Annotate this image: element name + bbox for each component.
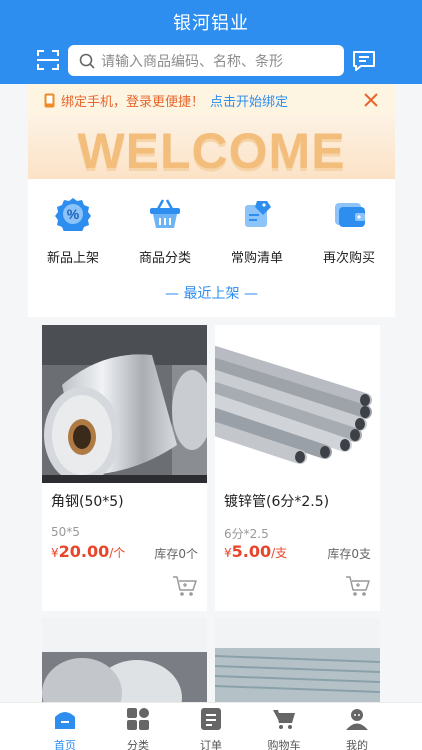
banner-text: WELCOME [77,123,346,179]
bottom-tab-bar: 首页 分类 订单 购物车 我的 [0,702,422,750]
product-price: ¥5.00/支 [224,542,287,561]
tab-cart[interactable]: 购物车 [254,707,314,750]
message-icon[interactable] [352,50,376,72]
tab-mine[interactable]: 我的 [327,707,387,750]
product-image [42,325,207,483]
section-title-recent: — 最近上架 — [165,286,258,302]
close-icon[interactable] [363,90,379,110]
quick-buy-again[interactable]: 再次购买 [304,197,394,266]
price-unit: /个 [109,546,126,560]
phone-icon [44,93,55,107]
quick-categories[interactable]: 商品分类 [120,197,210,266]
search-placeholder: 请输入商品编码、名称、条形 [101,53,283,70]
quick-frequent-list[interactable]: 常购清单 [212,197,302,266]
quick-menu: % 新品上架 商品分类 常购清单 再次购买 — 最近上架 — [28,179,395,317]
product-price: ¥20.00/个 [51,542,125,561]
tab-orders[interactable]: 订单 [181,707,241,750]
product-spec: 50*5 [51,525,80,539]
add-to-cart-icon[interactable] [345,575,371,597]
product-name: 角钢(50*5) [51,494,124,510]
price-currency: ¥ [224,546,232,560]
search-icon [79,53,95,69]
product-stock: 库存0支 [327,547,371,561]
tab-label: 分类 [127,739,149,750]
quick-label: 商品分类 [138,251,191,266]
bind-tip: 绑定手机，登录更便捷！ [61,94,205,110]
tab-label: 我的 [346,739,368,750]
quick-label: 新品上架 [46,251,99,266]
price-currency: ¥ [51,546,59,560]
product-stock: 库存0个 [154,547,198,561]
product-name: 镀锌管(6分*2.5) [224,494,330,510]
bind-phone-bar: 绑定手机，登录更便捷！ 点击开始绑定 [28,84,395,116]
percent-badge-icon: % [55,198,91,234]
price-unit: /支 [271,546,288,560]
add-to-cart-icon[interactable] [172,575,198,597]
quick-label: 常购清单 [230,251,283,266]
wallet-icon [335,203,365,227]
search-input[interactable]: 请输入商品编码、名称、条形 [68,45,344,76]
app-title: 银河铝业 [173,13,249,34]
tab-label: 购物车 [267,739,301,750]
cart-icon [273,709,295,729]
header: 银河铝业 请输入商品编码、名称、条形 [0,0,422,84]
list-tag-icon [245,201,271,227]
tab-label: 订单 [200,739,222,750]
scan-icon[interactable] [37,50,59,70]
welcome-banner[interactable]: WELCOME [28,116,395,179]
tab-label: 首页 [54,739,76,750]
price-amount: 5.00 [231,542,272,561]
bind-phone-link[interactable]: 点击开始绑定 [210,91,288,110]
order-list-icon [201,708,221,730]
quick-label: 再次购买 [322,251,375,266]
tab-category[interactable]: 分类 [108,707,168,750]
home-icon [55,712,75,729]
price-amount: 20.00 [58,542,110,561]
tab-home[interactable]: 首页 [35,707,95,750]
quick-new-arrivals[interactable]: % 新品上架 [28,197,118,266]
product-card[interactable]: 角钢(50*5) 50*5 ¥20.00/个 库存0个 [42,325,207,611]
svg-text:%: % [67,206,80,222]
product-spec: 6分*2.5 [224,527,269,541]
category-grid-icon [127,708,149,730]
user-icon [346,709,368,730]
product-image [215,325,380,483]
basket-icon [150,199,180,228]
product-card[interactable]: 镀锌管(6分*2.5) 6分*2.5 ¥5.00/支 库存0支 [215,325,380,611]
